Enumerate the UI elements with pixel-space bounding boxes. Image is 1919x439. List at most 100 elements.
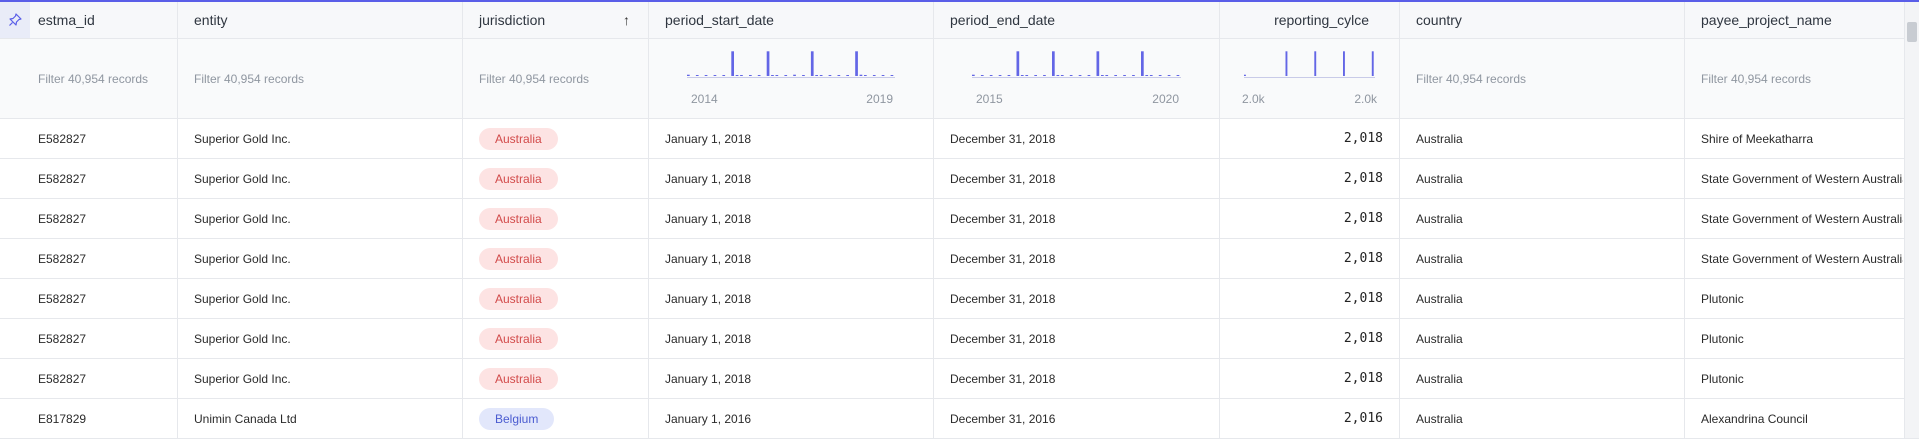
cell-period-start-date[interactable]: January 1, 2018 xyxy=(649,159,934,198)
cell-jurisdiction[interactable]: Belgium xyxy=(463,399,649,438)
cell-entity[interactable]: Superior Gold Inc. xyxy=(178,119,463,158)
scrollbar-thumb[interactable] xyxy=(1907,22,1917,42)
histogram-reporting-cycle[interactable]: 2.0k 2.0k xyxy=(1220,39,1400,118)
cell-text: January 1, 2018 xyxy=(665,251,752,266)
cell-estma-id[interactable]: E817829 xyxy=(30,399,178,438)
cell-country[interactable]: Australia xyxy=(1400,199,1685,238)
cell-jurisdiction[interactable]: Australia xyxy=(463,119,649,158)
cell-country[interactable]: Australia xyxy=(1400,119,1685,158)
table-row[interactable]: E582827 Superior Gold Inc. Australia Januar… xyxy=(0,319,1919,359)
cell-period-end-date[interactable]: December 31, 2018 xyxy=(934,359,1220,398)
cell-estma-id[interactable]: E582827 xyxy=(30,159,178,198)
cell-reporting-cycle[interactable]: 2,018 xyxy=(1220,319,1400,358)
filter-input-jurisdiction[interactable]: Filter 40,954 records xyxy=(463,39,649,118)
cell-country[interactable]: Australia xyxy=(1400,239,1685,278)
filter-input-entity[interactable]: Filter 40,954 records xyxy=(178,39,463,118)
cell-reporting-cycle[interactable]: 2,016 xyxy=(1220,399,1400,438)
cell-estma-id[interactable]: E582827 xyxy=(30,279,178,318)
table-row[interactable]: E582827 Superior Gold Inc. Australia Januar… xyxy=(0,159,1919,199)
cell-jurisdiction[interactable]: Australia xyxy=(463,239,649,278)
col-header-payee-project-name[interactable]: payee_project_name xyxy=(1685,2,1903,38)
table-row[interactable]: E582827 Superior Gold Inc. Australia Januar… xyxy=(0,279,1919,319)
cell-estma-id[interactable]: E582827 xyxy=(30,319,178,358)
table-row[interactable]: E582827 Superior Gold Inc. Australia Januar… xyxy=(0,239,1919,279)
cell-estma-id[interactable]: E582827 xyxy=(30,199,178,238)
cell-period-start-date[interactable]: January 1, 2016 xyxy=(649,399,934,438)
cell-entity[interactable]: Superior Gold Inc. xyxy=(178,199,463,238)
table-row[interactable]: E582827 Superior Gold Inc. Australia Januar… xyxy=(0,119,1919,159)
cell-period-end-date[interactable]: December 31, 2018 xyxy=(934,199,1220,238)
cell-period-start-date[interactable]: January 1, 2018 xyxy=(649,359,934,398)
cell-jurisdiction[interactable]: Australia xyxy=(463,159,649,198)
cell-entity[interactable]: Superior Gold Inc. xyxy=(178,159,463,198)
cell-jurisdiction[interactable]: Australia xyxy=(463,199,649,238)
cell-entity[interactable]: Superior Gold Inc. xyxy=(178,319,463,358)
histogram-bar xyxy=(815,74,818,76)
histogram-bar xyxy=(704,74,708,76)
cell-reporting-cycle[interactable]: 2,018 xyxy=(1220,239,1400,278)
col-header-estma-id[interactable]: estma_id xyxy=(30,2,178,38)
cell-payee-project-name[interactable]: Shire of Meekatharra xyxy=(1685,119,1903,158)
cell-payee-project-name[interactable]: Plutonic xyxy=(1685,319,1903,358)
table-row[interactable]: E817829 Unimin Canada Ltd Belgium January 1… xyxy=(0,399,1919,439)
col-header-reporting-cycle[interactable]: reporting_cylce xyxy=(1220,2,1400,38)
histogram-bar xyxy=(802,74,805,76)
histogram-period-end-date[interactable]: 2015 2020 xyxy=(934,39,1220,118)
pin-column-button[interactable] xyxy=(0,2,30,38)
cell-period-end-date[interactable]: December 31, 2018 xyxy=(934,279,1220,318)
filter-input-estma-id[interactable]: Filter 40,954 records xyxy=(30,39,178,118)
cell-country[interactable]: Australia xyxy=(1400,399,1685,438)
arrow-up-icon[interactable]: ↑ xyxy=(623,12,640,28)
cell-estma-id[interactable]: E582827 xyxy=(30,359,178,398)
cell-period-start-date[interactable]: January 1, 2018 xyxy=(649,199,934,238)
cell-jurisdiction[interactable]: Australia xyxy=(463,279,649,318)
cell-period-end-date[interactable]: December 31, 2018 xyxy=(934,319,1220,358)
cell-entity[interactable]: Superior Gold Inc. xyxy=(178,359,463,398)
cell-country[interactable]: Australia xyxy=(1400,159,1685,198)
cell-reporting-cycle[interactable]: 2,018 xyxy=(1220,359,1400,398)
filter-input-country[interactable]: Filter 40,954 records xyxy=(1400,39,1685,118)
cell-estma-id[interactable]: E582827 xyxy=(30,119,178,158)
cell-period-start-date[interactable]: January 1, 2018 xyxy=(649,319,934,358)
jurisdiction-badge: Australia xyxy=(479,167,558,190)
histogram-bar xyxy=(757,74,761,76)
cell-jurisdiction[interactable]: Australia xyxy=(463,319,649,358)
cell-entity[interactable]: Superior Gold Inc. xyxy=(178,279,463,318)
cell-period-end-date[interactable]: December 31, 2018 xyxy=(934,239,1220,278)
cell-payee-project-name[interactable]: Alexandrina Council xyxy=(1685,399,1903,438)
cell-reporting-cycle[interactable]: 2,018 xyxy=(1220,119,1400,158)
col-header-period-start-date[interactable]: period_start_date xyxy=(649,2,934,38)
cell-period-end-date[interactable]: December 31, 2018 xyxy=(934,159,1220,198)
col-header-period-end-date[interactable]: period_end_date xyxy=(934,2,1220,38)
histogram-bar xyxy=(1101,74,1104,76)
header-row: estma_id entity jurisdiction ↑ period_st… xyxy=(0,2,1919,39)
cell-reporting-cycle[interactable]: 2,018 xyxy=(1220,279,1400,318)
cell-reporting-cycle[interactable]: 2,018 xyxy=(1220,199,1400,238)
cell-jurisdiction[interactable]: Australia xyxy=(463,359,649,398)
col-header-entity[interactable]: entity xyxy=(178,2,463,38)
cell-period-end-date[interactable]: December 31, 2016 xyxy=(934,399,1220,438)
cell-entity[interactable]: Superior Gold Inc. xyxy=(178,239,463,278)
col-header-country[interactable]: country xyxy=(1400,2,1685,38)
cell-period-end-date[interactable]: December 31, 2018 xyxy=(934,119,1220,158)
cell-payee-project-name[interactable]: Plutonic xyxy=(1685,279,1903,318)
cell-country[interactable]: Australia xyxy=(1400,279,1685,318)
cell-country[interactable]: Australia xyxy=(1400,359,1685,398)
cell-payee-project-name[interactable]: State Government of Western Australia xyxy=(1685,159,1903,198)
table-row[interactable]: E582827 Superior Gold Inc. Australia Januar… xyxy=(0,199,1919,239)
filter-input-payee-project-name[interactable]: Filter 40,954 records xyxy=(1685,39,1903,118)
histogram-period-start-date[interactable]: 2014 2019 xyxy=(649,39,934,118)
cell-payee-project-name[interactable]: Plutonic xyxy=(1685,359,1903,398)
cell-payee-project-name[interactable]: State Government of Western Australia xyxy=(1685,199,1903,238)
cell-estma-id[interactable]: E582827 xyxy=(30,239,178,278)
col-header-jurisdiction[interactable]: jurisdiction ↑ xyxy=(463,2,649,38)
cell-entity[interactable]: Unimin Canada Ltd xyxy=(178,399,463,438)
cell-country[interactable]: Australia xyxy=(1400,319,1685,358)
table-row[interactable]: E582827 Superior Gold Inc. Australia Januar… xyxy=(0,359,1919,399)
cell-reporting-cycle[interactable]: 2,018 xyxy=(1220,159,1400,198)
vertical-scrollbar[interactable] xyxy=(1904,2,1919,438)
cell-period-start-date[interactable]: January 1, 2018 xyxy=(649,119,934,158)
cell-period-start-date[interactable]: January 1, 2018 xyxy=(649,279,934,318)
cell-payee-project-name[interactable]: State Government of Western Australia xyxy=(1685,239,1903,278)
cell-period-start-date[interactable]: January 1, 2018 xyxy=(649,239,934,278)
